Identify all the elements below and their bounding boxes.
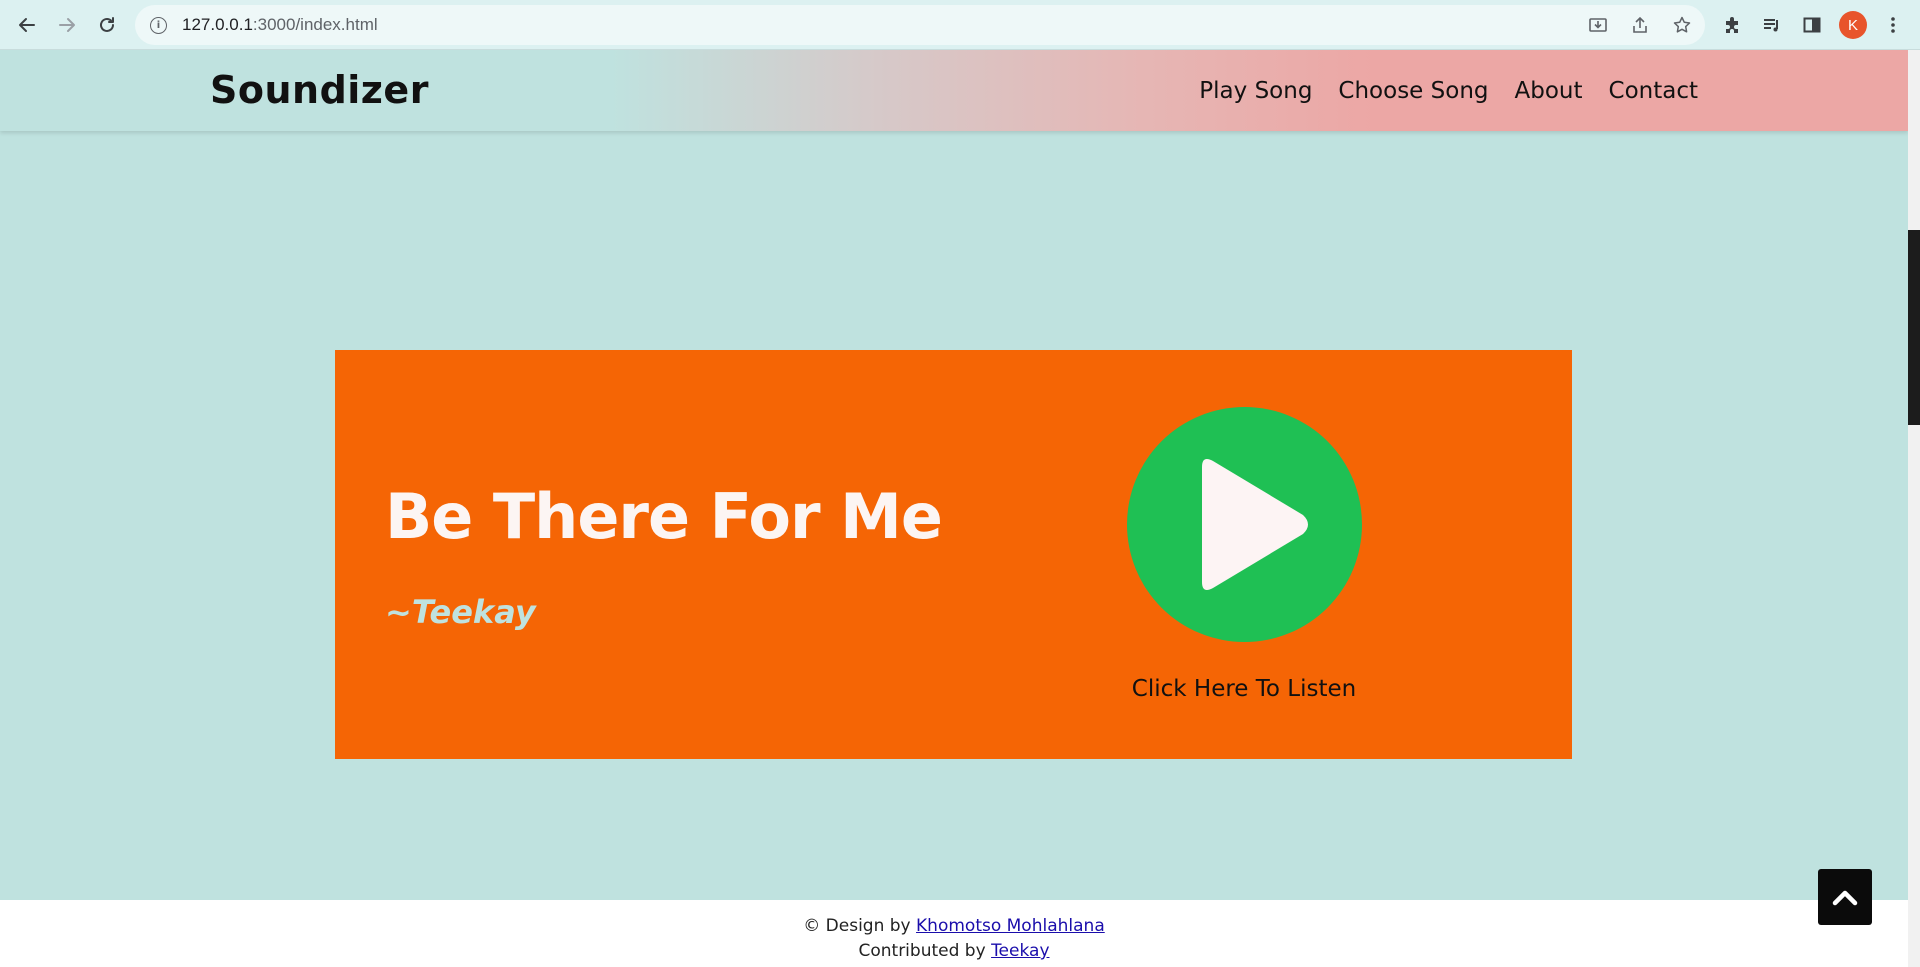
share-icon[interactable] xyxy=(1629,14,1651,36)
brand-logo[interactable]: Soundizer xyxy=(210,68,429,112)
site-footer: © Design by Khomotso Mohlahlana Contribu… xyxy=(0,900,1908,967)
install-icon[interactable] xyxy=(1587,14,1609,36)
main-nav: Play Song Choose Song About Contact xyxy=(1199,78,1698,104)
nav-choose-song[interactable]: Choose Song xyxy=(1338,78,1488,104)
side-panel-icon[interactable] xyxy=(1797,10,1827,40)
contrib-prefix: Contributed by xyxy=(858,941,986,961)
nav-contact[interactable]: Contact xyxy=(1609,78,1698,104)
nav-about[interactable]: About xyxy=(1515,78,1583,104)
contrib-credit: Contributed by Teekay xyxy=(0,939,1908,964)
url-path: :3000/index.html xyxy=(252,15,378,34)
design-prefix: © Design by xyxy=(803,916,911,936)
scrollbar-thumb[interactable] xyxy=(1908,230,1920,425)
reload-icon[interactable] xyxy=(92,10,122,40)
scroll-to-top-button[interactable] xyxy=(1818,869,1872,925)
artist-name: ~Teekay xyxy=(385,593,536,631)
site-info-icon[interactable]: i xyxy=(150,16,167,34)
url-host: 127.0.0.1 xyxy=(182,15,253,34)
forward-icon[interactable] xyxy=(52,10,82,40)
contributor-link[interactable]: Teekay xyxy=(991,941,1049,961)
browser-toolbar: i 127.0.0.1:3000/index.html K xyxy=(0,0,1920,50)
page-viewport: Soundizer Play Song Choose Song About Co… xyxy=(0,50,1908,967)
chevron-up-icon xyxy=(1832,890,1858,906)
designer-link[interactable]: Khomotso Mohlahlana xyxy=(916,916,1105,936)
url-text[interactable]: 127.0.0.1:3000/index.html xyxy=(182,15,378,35)
media-queue-icon[interactable] xyxy=(1757,10,1787,40)
star-icon[interactable] xyxy=(1671,14,1693,36)
site-header: Soundizer Play Song Choose Song About Co… xyxy=(0,50,1908,131)
listen-label[interactable]: Click Here To Listen xyxy=(1079,676,1409,702)
play-button[interactable] xyxy=(1127,407,1362,642)
nav-play-song[interactable]: Play Song xyxy=(1199,78,1312,104)
song-card: Be There For Me ~Teekay Click Here To Li… xyxy=(335,350,1572,759)
play-icon xyxy=(1202,459,1308,590)
design-credit: © Design by Khomotso Mohlahlana xyxy=(0,914,1908,939)
back-icon[interactable] xyxy=(12,10,42,40)
song-title: Be There For Me xyxy=(385,480,943,553)
address-bar[interactable]: i 127.0.0.1:3000/index.html xyxy=(135,5,1705,45)
profile-avatar[interactable]: K xyxy=(1839,11,1867,39)
page-scrollbar[interactable] xyxy=(1908,50,1920,967)
kebab-menu-icon[interactable] xyxy=(1878,10,1908,40)
puzzle-icon[interactable] xyxy=(1717,10,1747,40)
